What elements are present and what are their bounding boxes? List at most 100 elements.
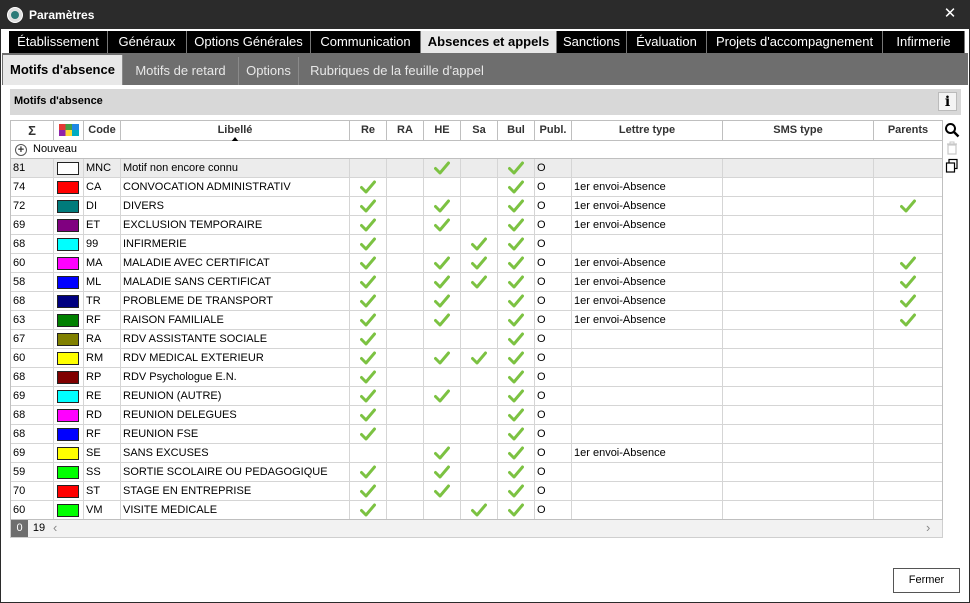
table-row[interactable]: 68 RP RDV Psychologue E.N. O bbox=[11, 368, 942, 387]
table-row[interactable]: 68 99 INFIRMERIE O bbox=[11, 235, 942, 254]
info-button[interactable]: i bbox=[938, 92, 957, 111]
table-row[interactable]: 68 RD REUNION DELEGUES O bbox=[11, 406, 942, 425]
color-swatch[interactable] bbox=[57, 162, 79, 175]
sub-tab-3[interactable]: Rubriques de la feuille d'appel bbox=[299, 57, 495, 85]
cell-publ: O bbox=[535, 482, 572, 500]
main-tab-6[interactable]: Évaluation bbox=[627, 31, 707, 53]
main-tab-5[interactable]: Sanctions bbox=[557, 31, 627, 53]
col-code-header[interactable]: Code bbox=[84, 121, 121, 140]
cell-re bbox=[350, 273, 387, 291]
cell-ra bbox=[387, 425, 424, 443]
search-icon[interactable] bbox=[944, 122, 960, 138]
check-icon bbox=[471, 503, 487, 517]
col-libelle-header[interactable]: Libellé bbox=[121, 121, 350, 142]
main-tab-7[interactable]: Projets d'accompagnement bbox=[707, 31, 883, 53]
cell-code: RF bbox=[84, 311, 121, 329]
color-swatch[interactable] bbox=[57, 428, 79, 441]
main-tab-3[interactable]: Communication bbox=[311, 31, 421, 53]
close-button[interactable]: Fermer bbox=[893, 568, 960, 593]
table-row[interactable]: 69 SE SANS EXCUSES O 1er envoi-Absence bbox=[11, 444, 942, 463]
table-row[interactable]: 60 RM RDV MEDICAL EXTERIEUR O bbox=[11, 349, 942, 368]
color-swatch[interactable] bbox=[57, 371, 79, 384]
col-sms-header[interactable]: SMS type bbox=[723, 121, 874, 140]
table-row[interactable]: 58 ML MALADIE SANS CERTIFICAT O 1er envoi-Ab… bbox=[11, 273, 942, 292]
trash-icon[interactable] bbox=[944, 140, 960, 156]
color-swatch[interactable] bbox=[57, 485, 79, 498]
settings-window: Paramètres ✕ Établissement Généraux Option… bbox=[0, 0, 970, 603]
col-color-header[interactable] bbox=[54, 121, 84, 140]
color-swatch[interactable] bbox=[57, 333, 79, 346]
col-publ-header[interactable]: Publ. bbox=[535, 121, 572, 140]
col-parents-header[interactable]: Parents bbox=[874, 121, 942, 140]
table-row[interactable]: 67 RA RDV ASSISTANTE SOCIALE O bbox=[11, 330, 942, 349]
sub-tab-2[interactable]: Options bbox=[239, 57, 299, 85]
main-tab-4[interactable]: Absences et appels bbox=[421, 31, 557, 53]
color-swatch[interactable] bbox=[57, 409, 79, 422]
color-swatch[interactable] bbox=[57, 390, 79, 403]
cell-sa bbox=[461, 254, 498, 272]
scroll-left-button[interactable]: ‹ bbox=[53, 521, 65, 535]
col-bul-header[interactable]: Bul bbox=[498, 121, 535, 140]
table-row[interactable]: 72 DI DIVERS O 1er envoi-Absence bbox=[11, 197, 942, 216]
check-icon bbox=[434, 484, 450, 498]
cell-libelle: CONVOCATION ADMINISTRATIV bbox=[121, 178, 350, 196]
cell-lettre bbox=[572, 235, 723, 253]
color-swatch[interactable] bbox=[57, 181, 79, 194]
table-row[interactable]: 69 RE REUNION (AUTRE) O bbox=[11, 387, 942, 406]
cell-sa bbox=[461, 349, 498, 367]
col-count-header[interactable]: Σ bbox=[11, 121, 54, 140]
main-tab-2[interactable]: Options Générales bbox=[187, 31, 311, 53]
table-row[interactable]: 68 RF REUNION FSE O bbox=[11, 425, 942, 444]
check-icon bbox=[508, 180, 524, 194]
cell-count: 68 bbox=[11, 425, 54, 443]
cell-bul bbox=[498, 159, 535, 177]
table-row[interactable]: 70 ST STAGE EN ENTREPRISE O bbox=[11, 482, 942, 501]
scroll-right-button[interactable]: › bbox=[926, 521, 938, 535]
table-row[interactable]: 63 RF RAISON FAMILIALE O 1er envoi-Absence bbox=[11, 311, 942, 330]
table-row[interactable]: 81 MNC Motif non encore connu O bbox=[11, 159, 942, 178]
cell-color bbox=[54, 235, 84, 253]
main-tab-0[interactable]: Établissement bbox=[9, 31, 108, 53]
cell-re bbox=[350, 349, 387, 367]
close-window-button[interactable]: ✕ bbox=[941, 5, 959, 23]
color-swatch[interactable] bbox=[57, 219, 79, 232]
new-reason-row[interactable]: + Nouveau bbox=[11, 141, 942, 159]
color-swatch[interactable] bbox=[57, 295, 79, 308]
main-tab-1[interactable]: Généraux bbox=[108, 31, 187, 53]
col-re-header[interactable]: Re bbox=[350, 121, 387, 140]
cell-count: 81 bbox=[11, 159, 54, 177]
cell-sms bbox=[723, 463, 874, 481]
col-he-header[interactable]: HE bbox=[424, 121, 461, 140]
cell-sms bbox=[723, 292, 874, 310]
color-swatch[interactable] bbox=[57, 314, 79, 327]
table-row[interactable]: 68 TR PROBLEME DE TRANSPORT O 1er envoi-Abse… bbox=[11, 292, 942, 311]
cell-color bbox=[54, 273, 84, 291]
sub-tab-1[interactable]: Motifs de retard bbox=[123, 57, 239, 85]
cell-code: ST bbox=[84, 482, 121, 500]
table-row[interactable]: 59 SS SORTIE SCOLAIRE OU PEDAGOGIQUE O bbox=[11, 463, 942, 482]
color-swatch[interactable] bbox=[57, 257, 79, 270]
col-ra-header[interactable]: RA bbox=[387, 121, 424, 140]
table-row[interactable]: 74 CA CONVOCATION ADMINISTRATIV O 1er envoi-… bbox=[11, 178, 942, 197]
check-icon bbox=[360, 465, 376, 479]
color-swatch[interactable] bbox=[57, 504, 79, 517]
cell-ra bbox=[387, 406, 424, 424]
col-sa-header[interactable]: Sa bbox=[461, 121, 498, 140]
table-row[interactable]: 60 VM VISITE MEDICALE O bbox=[11, 501, 942, 519]
color-swatch[interactable] bbox=[57, 200, 79, 213]
color-swatch[interactable] bbox=[57, 276, 79, 289]
color-swatch[interactable] bbox=[57, 466, 79, 479]
color-swatch[interactable] bbox=[57, 352, 79, 365]
table-row[interactable]: 60 MA MALADIE AVEC CERTIFICAT O 1er envoi-Ab… bbox=[11, 254, 942, 273]
cell-ra bbox=[387, 501, 424, 519]
color-swatch[interactable] bbox=[57, 238, 79, 251]
table-row[interactable]: 69 ET EXCLUSION TEMPORAIRE O 1er envoi-Absen… bbox=[11, 216, 942, 235]
sub-tab-0[interactable]: Motifs d'absence bbox=[3, 55, 123, 85]
cell-ra bbox=[387, 197, 424, 215]
copy-icon[interactable] bbox=[944, 158, 960, 174]
cell-count: 60 bbox=[11, 349, 54, 367]
col-lettre-header[interactable]: Lettre type bbox=[572, 121, 723, 140]
cell-re bbox=[350, 159, 387, 177]
main-tab-8[interactable]: Infirmerie bbox=[883, 31, 965, 53]
color-swatch[interactable] bbox=[57, 447, 79, 460]
